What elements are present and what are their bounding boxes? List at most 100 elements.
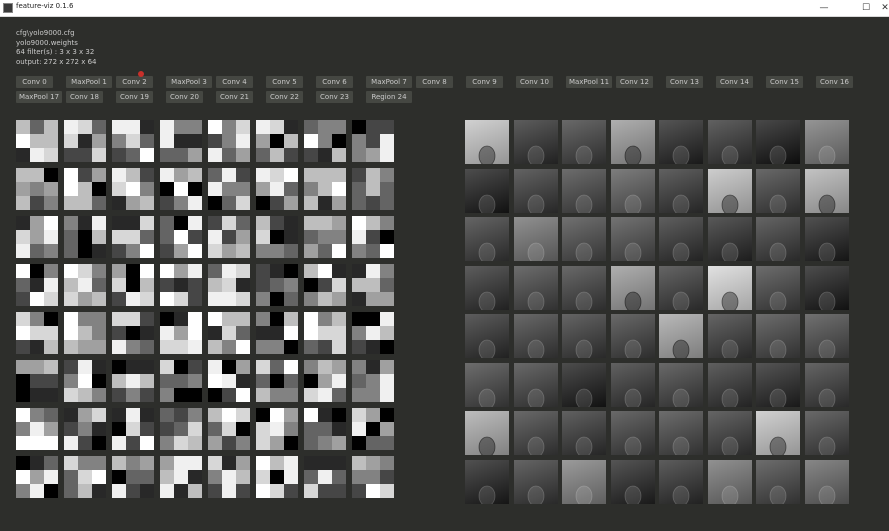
filter-weight-cell xyxy=(236,168,250,182)
filter-weight-cell xyxy=(160,312,174,326)
filter-weight-cell xyxy=(318,264,332,278)
filter-weight-cell xyxy=(64,134,78,148)
filter-weight-cell xyxy=(208,278,222,292)
filter-weight-cell xyxy=(92,422,106,436)
filter-weight-cell xyxy=(332,230,346,244)
layer-button[interactable]: Conv 0 xyxy=(16,76,53,88)
filter-weight-cell xyxy=(30,292,44,306)
filter-weight-cell xyxy=(270,312,284,326)
filter-weight-cell xyxy=(256,484,270,498)
filter-weight-cell xyxy=(64,278,78,292)
head-silhouette xyxy=(527,388,544,407)
layer-button[interactable]: Conv 6 xyxy=(316,76,353,88)
layer-button[interactable]: Conv 9 xyxy=(466,76,503,88)
layer-button[interactable]: Conv 2 xyxy=(116,76,153,88)
filter-tile xyxy=(112,120,154,162)
filter-weight-cell xyxy=(112,436,126,450)
head-silhouette xyxy=(575,145,593,164)
layer-button[interactable]: Conv 13 xyxy=(666,76,703,88)
filter-weight-cell xyxy=(188,456,202,470)
layer-button[interactable]: Conv 18 xyxy=(66,91,103,103)
feature-map-tile xyxy=(562,459,606,504)
layer-button[interactable]: MaxPool 11 xyxy=(566,76,612,88)
feature-map-tile xyxy=(659,168,703,213)
filter-weight-cell xyxy=(222,456,236,470)
layer-button[interactable]: MaxPool 7 xyxy=(366,76,412,88)
feature-map-tile xyxy=(513,265,558,310)
filter-weight-cell xyxy=(270,292,284,306)
minimize-button[interactable]: — xyxy=(811,0,837,16)
filter-weight-cell xyxy=(112,196,126,210)
filter-weight-cell xyxy=(222,148,236,162)
filter-weight-cell xyxy=(44,264,58,278)
filter-weight-cell xyxy=(270,182,284,196)
feature-map-tile xyxy=(465,265,509,310)
layer-button[interactable]: Conv 21 xyxy=(216,91,253,103)
filter-weight-cell xyxy=(174,312,188,326)
filter-weight-cell xyxy=(284,326,298,340)
filter-weight-cell xyxy=(208,408,222,422)
filter-tile xyxy=(160,120,202,162)
filter-weight-cell xyxy=(222,374,236,388)
feature-map-tile xyxy=(562,120,606,164)
filter-weight-cell xyxy=(160,278,174,292)
filter-weight-cell xyxy=(222,408,236,422)
filter-weight-cell xyxy=(236,312,250,326)
filter-weight-cell xyxy=(304,148,318,162)
filter-weight-cell xyxy=(380,374,394,388)
layer-button[interactable]: Conv 10 xyxy=(516,76,553,88)
head-silhouette xyxy=(624,194,641,213)
layer-button[interactable]: Region 24 xyxy=(366,91,412,103)
layer-button[interactable]: Conv 23 xyxy=(316,91,353,103)
filter-weight-cell xyxy=(44,120,58,134)
close-button[interactable]: ✕ xyxy=(872,0,889,16)
filter-weight-cell xyxy=(236,340,250,354)
filter-weight-cell xyxy=(140,456,154,470)
filter-weight-cell xyxy=(16,470,30,484)
filter-weight-cell xyxy=(270,168,284,182)
filter-weight-cell xyxy=(208,388,222,402)
filter-weight-cell xyxy=(256,436,270,450)
filter-weight-cell xyxy=(160,340,174,354)
filter-weight-cell xyxy=(284,292,298,306)
filter-weight-cell xyxy=(92,436,106,450)
filter-weight-cell xyxy=(304,120,318,134)
layer-button[interactable]: Conv 22 xyxy=(266,91,303,103)
filter-weight-cell xyxy=(16,292,30,306)
filter-weight-cell xyxy=(256,422,270,436)
layer-button[interactable]: MaxPool 3 xyxy=(166,76,212,88)
filter-weight-cell xyxy=(208,196,222,210)
filter-weight-cell xyxy=(92,196,106,210)
layer-button[interactable]: MaxPool 17 xyxy=(16,91,62,103)
filter-weight-cell xyxy=(304,456,318,470)
feature-map-tile xyxy=(756,411,800,455)
head-silhouette xyxy=(527,339,544,358)
filter-weight-cell xyxy=(366,456,380,470)
filter-weight-cell xyxy=(380,470,394,484)
layer-button[interactable]: MaxPool 1 xyxy=(66,76,112,88)
feature-map-tile xyxy=(756,265,800,310)
filter-weight-cell xyxy=(236,196,250,210)
filter-weight-cell xyxy=(366,326,380,340)
filter-tile xyxy=(64,456,106,498)
feature-map-tile xyxy=(465,168,509,213)
filter-weight-cell xyxy=(222,182,236,196)
filter-weight-cell xyxy=(236,216,250,230)
filter-weight-cell xyxy=(140,470,154,484)
layer-button[interactable]: Conv 12 xyxy=(616,76,653,88)
layer-button[interactable]: Conv 15 xyxy=(766,76,803,88)
filter-weight-cell xyxy=(304,326,318,340)
layer-button[interactable]: Conv 8 xyxy=(416,76,453,88)
filter-weight-cell xyxy=(208,326,222,340)
layer-button[interactable]: Conv 14 xyxy=(716,76,753,88)
layer-button[interactable]: Conv 20 xyxy=(166,91,203,103)
filter-weight-cell xyxy=(352,456,366,470)
filter-weight-cell xyxy=(208,120,222,134)
layer-button[interactable]: Conv 19 xyxy=(116,91,153,103)
layer-button[interactable]: Conv 16 xyxy=(816,76,853,88)
filter-weight-cell xyxy=(236,120,250,134)
layer-button[interactable]: Conv 5 xyxy=(266,76,303,88)
layer-button[interactable]: Conv 4 xyxy=(216,76,253,88)
filter-tile xyxy=(160,408,202,450)
feature-map-tile xyxy=(707,362,752,407)
